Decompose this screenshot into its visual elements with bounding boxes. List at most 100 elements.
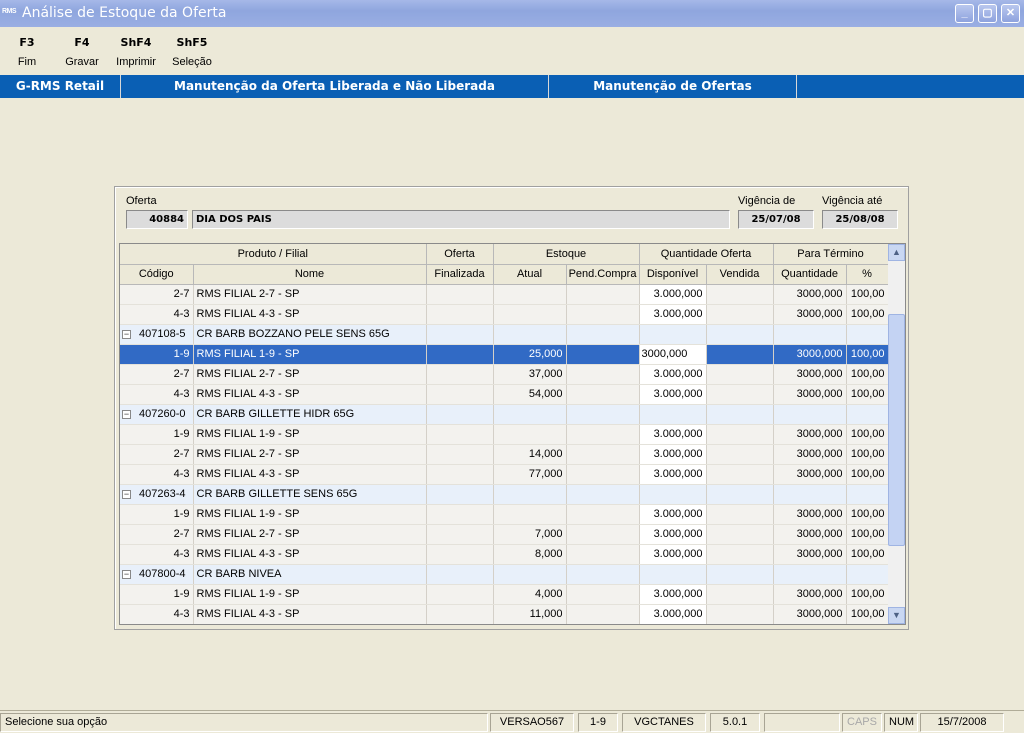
module-band: G-RMS Retail Manutenção da Oferta Libera… [0,75,1024,98]
collapse-icon[interactable]: − [122,569,131,579]
f3-fim-button[interactable]: F3 Fim [5,36,49,68]
table-row[interactable]: 1-9 RMS FILIAL 1-9 - SP 3.000,000 3000,000 1… [120,504,889,525]
col-atual[interactable]: Atual [493,264,567,285]
header-group-row: Produto / Filial Oferta Estoque Quantida… [120,244,889,265]
disponivel-cell[interactable]: 3.000,000 [639,464,707,485]
group-name-cell: CR BARB BOZZANO PELE SENS 65G [193,324,427,345]
shf5-selecao-button[interactable]: ShF5 Seleção [170,36,214,68]
codigo-cell: 1-9 [120,584,194,605]
atual-cell: 8,000 [493,544,567,565]
codigo-cell: 1-9 [120,344,194,365]
pend-compra-cell [566,604,640,624]
empty-cell [773,564,847,585]
nome-cell: RMS FILIAL 1-9 - SP [193,584,427,605]
table-row[interactable]: 2-7 RMS FILIAL 2-7 - SP 3.000,000 3000,000 1… [120,284,889,305]
table-row[interactable]: 1-9 RMS FILIAL 1-9 - SP 4,000 3.000,000 3000… [120,584,889,605]
group-code-cell: −407260-0 [120,404,194,425]
collapse-icon[interactable]: − [122,489,131,499]
offer-name-field: DIA DOS PAIS [192,210,730,229]
disponivel-cell[interactable]: 3.000,000 [639,424,707,445]
table-row[interactable]: 2-7 RMS FILIAL 2-7 - SP 37,000 3.000,000 300… [120,364,889,385]
quantidade-cell: 3000,000 [773,444,847,465]
restore-button[interactable]: ▢ [978,4,997,23]
minimize-button[interactable]: _ [955,4,974,23]
vendida-cell [706,284,774,305]
table-row[interactable]: 4-3 RMS FILIAL 4-3 - SP 3.000,000 3000,000 1… [120,304,889,325]
header-oferta: Oferta [426,244,494,265]
f4-gravar-button[interactable]: F4 Gravar [60,36,104,68]
empty-cell [846,324,889,345]
disponivel-cell[interactable]: 3.000,000 [639,384,707,405]
product-group-row[interactable]: −407800-4 CR BARB NIVEA [120,564,889,585]
empty-cell [493,484,567,505]
disponivel-cell[interactable]: 3.000,000 [639,584,707,605]
disponivel-cell[interactable]: 3.000,000 [639,284,707,305]
col-finalizada[interactable]: Finalizada [426,264,494,285]
scroll-down-icon[interactable]: ▼ [888,607,905,624]
disponivel-cell[interactable]: 3000,000 [639,344,707,365]
product-group-row[interactable]: −407108-5 CR BARB BOZZANO PELE SENS 65G [120,324,889,345]
disponivel-cell[interactable]: 3.000,000 [639,524,707,545]
table-row[interactable]: 2-7 RMS FILIAL 2-7 - SP 14,000 3.000,000 300… [120,444,889,465]
grid-vertical-scrollbar[interactable]: ▲ ▼ [888,244,905,624]
title-bar: RMS Análise de Estoque da Oferta _ ▢ ✕ [0,0,1024,27]
status-message: Selecione sua opção [0,713,488,732]
atual-cell [493,504,567,525]
col-pend-compra[interactable]: Pend.Compra [566,264,640,285]
col-codigo[interactable]: Código [120,264,194,285]
quantidade-cell: 3000,000 [773,304,847,325]
col-quantidade[interactable]: Quantidade [773,264,847,285]
collapse-icon[interactable]: − [122,329,131,339]
disponivel-cell[interactable]: 3.000,000 [639,304,707,325]
table-row[interactable]: 4-3 RMS FILIAL 4-3 - SP 54,000 3.000,000 300… [120,384,889,405]
nome-cell: RMS FILIAL 1-9 - SP [193,424,427,445]
product-group-row[interactable]: −407263-4 CR BARB GILLETTE SENS 65G [120,484,889,505]
atual-cell: 14,000 [493,444,567,465]
close-button[interactable]: ✕ [1001,4,1020,23]
disponivel-cell[interactable]: 3.000,000 [639,504,707,525]
disponivel-cell[interactable]: 3.000,000 [639,364,707,385]
fkey-key: ShF4 [120,36,152,49]
table-row[interactable]: 4-3 RMS FILIAL 4-3 - SP 8,000 3.000,000 3000… [120,544,889,565]
product-group-row[interactable]: −407260-0 CR BARB GILLETTE HIDR 65G [120,404,889,425]
scroll-thumb[interactable] [888,314,905,546]
col-vendida[interactable]: Vendida [706,264,774,285]
group-code-cell: −407108-5 [120,324,194,345]
quantidade-cell: 3000,000 [773,424,847,445]
finalizada-cell [426,304,494,325]
scroll-up-icon[interactable]: ▲ [888,244,905,261]
quantidade-cell: 3000,000 [773,464,847,485]
status-date: 15/7/2008 [920,713,1004,732]
disponivel-cell[interactable]: 3.000,000 [639,604,707,624]
atual-cell [493,424,567,445]
quantidade-cell: 3000,000 [773,384,847,405]
selected-row[interactable]: 1-9 RMS FILIAL 1-9 - SP 25,000 3000,000 3000… [120,344,889,365]
pend-compra-cell [566,284,640,305]
empty-cell [426,484,494,505]
pend-compra-cell [566,524,640,545]
col-percent[interactable]: % [846,264,889,285]
header-quantidade-oferta: Quantidade Oferta [639,244,774,265]
stock-grid: Produto / Filial Oferta Estoque Quantida… [119,243,906,625]
disponivel-cell[interactable]: 3.000,000 [639,544,707,565]
col-disponivel[interactable]: Disponível [639,264,707,285]
table-row[interactable]: 4-3 RMS FILIAL 4-3 - SP 77,000 3.000,000 300… [120,464,889,485]
disponivel-cell[interactable]: 3.000,000 [639,444,707,465]
group-code: 407800-4 [139,568,186,580]
header-para-termino: Para Término [773,244,889,265]
fkey-key: ShF5 [176,36,208,49]
collapse-icon[interactable]: − [122,409,131,419]
codigo-cell: 2-7 [120,524,194,545]
table-row[interactable]: 2-7 RMS FILIAL 2-7 - SP 7,000 3.000,000 3000… [120,524,889,545]
status-num: NUM [884,713,918,732]
table-row[interactable]: 1-9 RMS FILIAL 1-9 - SP 3.000,000 3000,000 1… [120,424,889,445]
fkey-label: Fim [17,56,37,68]
shf4-imprimir-button[interactable]: ShF4 Imprimir [114,36,158,68]
col-nome[interactable]: Nome [193,264,427,285]
table-row[interactable]: 4-3 RMS FILIAL 4-3 - SP 11,000 3.000,000 300… [120,604,889,624]
codigo-cell: 1-9 [120,424,194,445]
quantidade-cell: 3000,000 [773,524,847,545]
finalizada-cell [426,524,494,545]
nome-cell: RMS FILIAL 1-9 - SP [193,504,427,525]
vendida-cell [706,384,774,405]
